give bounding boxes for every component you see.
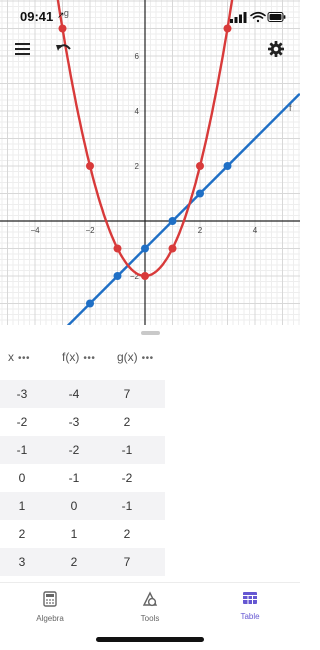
location-arrow-icon: ↗	[57, 10, 65, 20]
panel-drag-handle[interactable]	[141, 331, 160, 335]
x-tick-label: 2	[198, 226, 203, 235]
table-cell: 7	[123, 387, 131, 401]
table-cell: -3	[68, 415, 80, 429]
status-bar: 09:41 ↗	[0, 0, 300, 34]
table-row: 2 1 2	[0, 520, 165, 548]
table-header: x ••• f(x) ••• g(x) •••	[0, 350, 165, 374]
tools-icon	[142, 591, 158, 607]
f-point	[86, 299, 94, 308]
tab-label: Table	[240, 612, 260, 621]
table-row: 0 -1 -2	[0, 464, 165, 492]
home-indicator	[96, 637, 204, 642]
table-cell: -1	[121, 499, 133, 513]
table-cell: 2	[123, 527, 131, 541]
signal-icon	[230, 12, 247, 23]
table-cell: 2	[123, 415, 131, 429]
hamburger-menu-icon	[15, 43, 30, 55]
table-row: -2 -3 2	[0, 408, 165, 436]
column-header-gx[interactable]: g(x) •••	[117, 350, 154, 364]
table-cell[interactable]: -3	[2, 387, 42, 401]
g-point	[141, 272, 149, 280]
table-cell[interactable]: 1	[2, 499, 42, 513]
y-tick-label: 2	[135, 162, 140, 171]
y-tick-label: 6	[135, 52, 140, 61]
tab-label: Tools	[140, 614, 160, 623]
f-point	[168, 217, 177, 225]
table-row: 3 2 7	[0, 548, 165, 576]
column-header-label: f(x)	[62, 350, 80, 364]
column-header-label: x	[8, 350, 14, 364]
table-cell: 1	[70, 527, 78, 541]
table-cell[interactable]: 2	[2, 527, 42, 541]
table-cell: -1	[121, 443, 133, 457]
table-cell: 7	[123, 555, 131, 569]
y-tick-label: 4	[135, 107, 140, 116]
x-tick-label: 4	[253, 226, 258, 235]
tab-algebra[interactable]: Algebra	[10, 591, 90, 623]
table-cell[interactable]: 3	[2, 555, 42, 569]
undo-button[interactable]	[55, 41, 73, 62]
f-point	[141, 244, 149, 253]
g-point	[86, 162, 94, 170]
table-cell[interactable]: -1	[2, 443, 42, 457]
g-point	[196, 162, 204, 170]
g-point	[168, 244, 177, 253]
f-point	[223, 162, 232, 170]
status-icons	[230, 10, 286, 28]
table-cell[interactable]: 0	[2, 471, 42, 485]
tab-tools[interactable]: Tools	[110, 591, 190, 623]
table-cell: -4	[68, 387, 80, 401]
graph-view[interactable]: −4 −2 2 4642−2 gf	[0, 0, 300, 325]
gear-icon	[268, 41, 284, 57]
table-cell: -2	[68, 443, 80, 457]
column-menu-icon[interactable]: •••	[18, 353, 30, 364]
column-menu-icon[interactable]: •••	[83, 353, 95, 364]
column-header-fx[interactable]: f(x) •••	[62, 350, 95, 364]
status-time: 09:41	[20, 9, 54, 24]
column-menu-icon[interactable]: •••	[142, 353, 154, 364]
table-row: -1 -2 -1	[0, 436, 165, 464]
f-point	[196, 189, 204, 198]
table-icon	[243, 592, 257, 604]
x-tick-label: −4	[30, 226, 40, 235]
table-cell[interactable]: -2	[2, 415, 42, 429]
settings-button[interactable]	[268, 41, 284, 62]
tab-label: Algebra	[36, 614, 64, 623]
calculator-icon	[43, 591, 57, 607]
table-cell: -2	[121, 471, 133, 485]
table-cell: 2	[70, 555, 78, 569]
table-row: 1 0 -1	[0, 492, 165, 520]
table-cell: 0	[70, 499, 78, 513]
table-panel: x ••• f(x) ••• g(x) ••• -3 -4 7 -2 -3 2 -1 …	[0, 338, 300, 582]
column-header-x[interactable]: x •••	[8, 350, 30, 364]
x-tick-label: −2	[85, 226, 95, 235]
tab-table[interactable]: Table	[210, 591, 290, 621]
table-row: -3 -4 7	[0, 380, 165, 408]
wifi-icon	[250, 11, 266, 23]
table-cell: -1	[68, 471, 80, 485]
f-point	[113, 272, 122, 280]
g-point	[113, 244, 122, 253]
menu-button[interactable]	[15, 42, 31, 61]
undo-icon	[56, 44, 71, 51]
column-header-label: g(x)	[117, 350, 138, 364]
battery-icon	[267, 12, 286, 22]
